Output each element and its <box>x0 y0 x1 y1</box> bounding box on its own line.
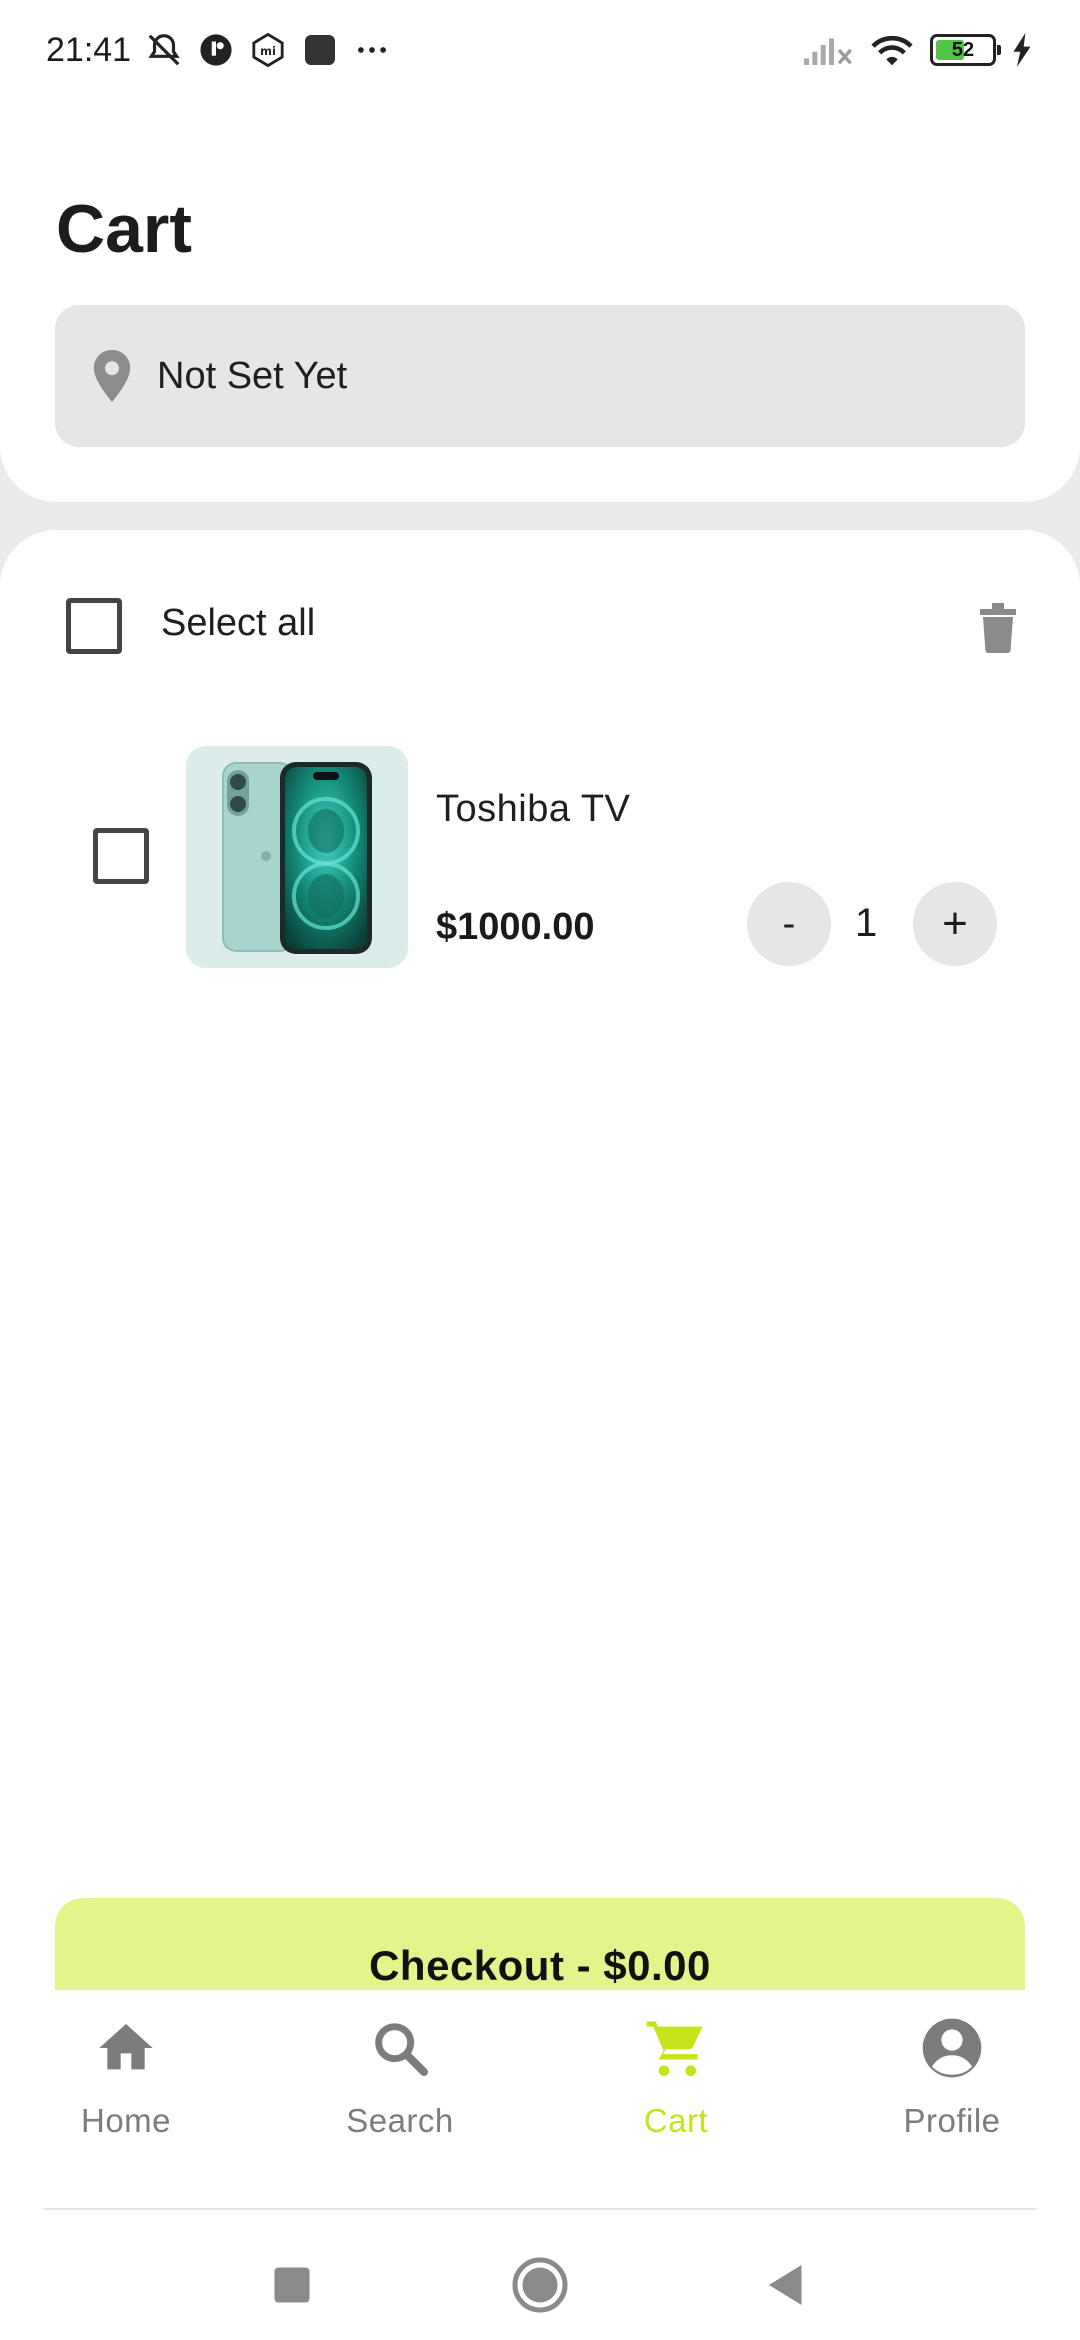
status-right: 52 <box>804 31 1034 69</box>
nav-item-search[interactable]: Search <box>300 2016 500 2166</box>
wifi-icon <box>868 31 916 69</box>
item-checkbox[interactable] <box>93 828 149 884</box>
increase-quantity-button[interactable]: + <box>913 882 997 966</box>
profile-icon <box>922 2018 982 2078</box>
search-icon <box>375 2023 428 2076</box>
mi-icon: mi <box>249 31 287 69</box>
location-pin-icon <box>93 350 131 402</box>
nav-item-home[interactable]: Home <box>26 2016 226 2166</box>
header-card: Cart Not Set Yet <box>0 100 1080 502</box>
cart-icon <box>646 2021 703 2076</box>
signal-icon <box>804 31 854 69</box>
square-icon <box>301 31 339 69</box>
nav-label-search: Search <box>346 2102 454 2139</box>
location-text: Not Set Yet <box>157 354 348 397</box>
app-icon <box>197 31 235 69</box>
svg-text:mi: mi <box>260 44 276 58</box>
select-all-label: Select all <box>161 602 316 644</box>
page-title: Cart <box>56 191 193 267</box>
nav-label-cart: Cart <box>643 2102 709 2139</box>
status-time: 21:41 <box>46 30 132 69</box>
status-left: 21:41 mi <box>46 31 391 70</box>
cart-item: Toshiba TV $1000.00 - 1 + <box>0 746 1080 976</box>
cart-screen: 21:41 mi 52 Cart Not Set Yet Select all … <box>0 0 1080 2340</box>
product-name: Toshiba TV <box>436 788 631 830</box>
decrease-quantity-button[interactable]: - <box>747 882 831 966</box>
battery-icon: 52 <box>930 34 1001 66</box>
product-image <box>186 746 408 968</box>
location-selector[interactable]: Not Set Yet <box>55 305 1025 447</box>
nav-label-home: Home <box>80 2102 172 2139</box>
nav-item-cart[interactable]: Cart <box>576 2016 776 2166</box>
checkout-label: Checkout - $0.00 <box>369 1942 711 1989</box>
nav-label-profile: Profile <box>903 2102 1001 2139</box>
mute-icon <box>145 31 183 69</box>
nav-item-profile[interactable]: Profile <box>852 2016 1052 2166</box>
select-all-checkbox[interactable] <box>66 598 122 654</box>
home-button-icon[interactable] <box>510 2255 570 2315</box>
checkout-button[interactable]: Checkout - $0.00 <box>55 1898 1025 1990</box>
charging-icon <box>1010 31 1034 69</box>
quantity-value: 1 <box>855 901 878 945</box>
phone-image <box>222 762 372 954</box>
select-all-row: Select all <box>0 530 1080 720</box>
battery-level: 52 <box>951 38 975 61</box>
cart-content: Select all Toshiba TV $1000.00 - 1 + <box>0 530 1080 1990</box>
trash-icon[interactable] <box>978 603 1018 653</box>
more-icon <box>353 31 391 69</box>
bottom-nav: Home Search Cart Profile <box>0 1990 1080 2210</box>
status-bar: 21:41 mi 52 <box>0 0 1080 100</box>
product-price: $1000.00 <box>436 906 595 948</box>
system-nav-bar <box>0 2210 1080 2340</box>
home-icon <box>99 2024 153 2070</box>
recent-apps-icon[interactable] <box>262 2255 322 2315</box>
back-icon[interactable] <box>754 2255 814 2315</box>
